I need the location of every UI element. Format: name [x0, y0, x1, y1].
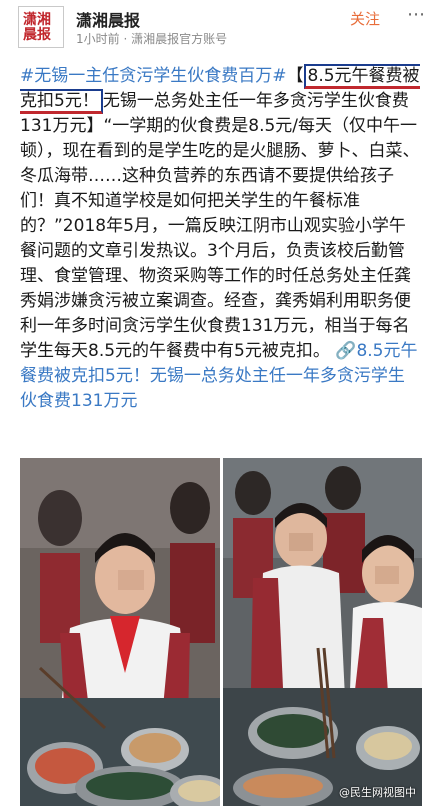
follow-button[interactable]: 关注	[350, 8, 380, 29]
logo-text-top: 潇湘	[23, 12, 51, 28]
photo-canteen-right[interactable]: @民生网视图中	[223, 458, 422, 806]
more-dots-icon[interactable]: ⋯	[407, 4, 426, 25]
photo-canteen-left[interactable]	[20, 458, 220, 806]
bracket-open: 【	[286, 66, 304, 86]
photo-watermark: @民生网视图中	[339, 786, 416, 799]
post-header: 潇湘 晨报 潇湘晨报 1小时前 · 潇湘晨报官方账号 关注 ⋯	[0, 0, 440, 58]
post-text: 无锡一总务处主任一年多贪污学生伙食费131万元】“一学期的伙食费是8.5元/每天…	[20, 91, 420, 361]
account-avatar[interactable]: 潇湘 晨报	[18, 6, 64, 48]
account-name[interactable]: 潇湘晨报	[76, 7, 140, 31]
photo-left-illustration	[20, 458, 220, 806]
photo-right-illustration	[223, 458, 422, 806]
photo-grid: @民生网视图中	[20, 458, 422, 806]
post-body: #无锡一主任贪污学生伙食费百万#【 8.5元午餐费被克扣5元！ 无锡一总务处主任一年…	[20, 64, 420, 414]
logo-text-bottom: 晨报	[23, 27, 51, 43]
link-icon[interactable]: 🔗	[335, 341, 356, 361]
topic-hashtag[interactable]: #无锡一主任贪污学生伙食费百万#	[20, 66, 287, 86]
post-meta: 1小时前 · 潇湘晨报官方账号	[76, 32, 228, 46]
